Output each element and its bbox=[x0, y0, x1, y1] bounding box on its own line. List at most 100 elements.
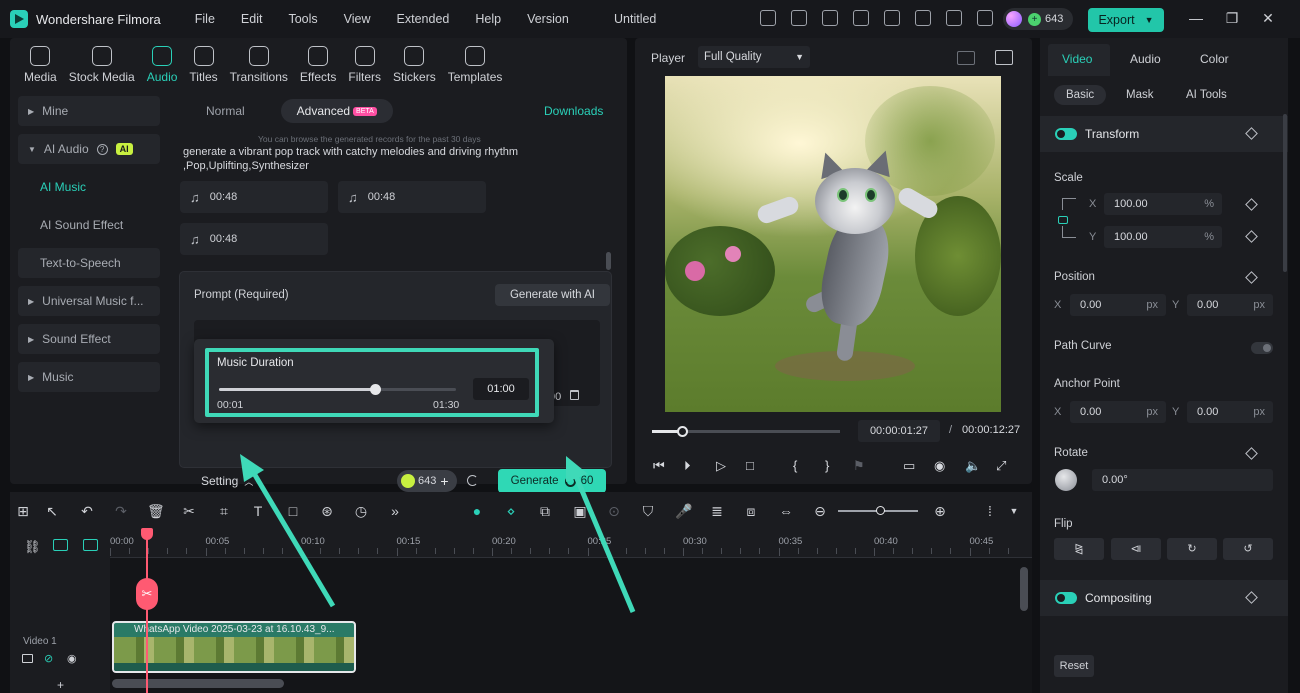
zoom-slider[interactable] bbox=[838, 506, 918, 515]
setting-toggle[interactable]: Setting ︿ bbox=[201, 474, 253, 488]
scissors-icon[interactable]: ✂ bbox=[136, 578, 158, 610]
chevron-down-icon[interactable]: ▼ bbox=[1145, 15, 1154, 25]
generated-track[interactable]: ♫ 00:48 bbox=[180, 181, 328, 213]
position-x-input[interactable]: 0.00 px bbox=[1070, 294, 1166, 316]
credits-pill[interactable]: + 643 bbox=[1003, 8, 1073, 30]
lock-icon[interactable] bbox=[1058, 216, 1068, 224]
tab-stock-media[interactable]: Stock Media bbox=[69, 38, 135, 90]
headset-icon[interactable] bbox=[946, 10, 962, 26]
menu-tools[interactable]: Tools bbox=[288, 12, 317, 26]
prev-frame-icon[interactable]: ⏮ bbox=[653, 457, 665, 475]
grid-view-icon[interactable] bbox=[957, 51, 975, 65]
sidebar-item-sound-effect[interactable]: ▶ Sound Effect bbox=[18, 324, 160, 354]
keyframe-diamond-icon[interactable] bbox=[1245, 198, 1258, 211]
tab-audio[interactable]: Audio bbox=[147, 38, 177, 90]
scrubber-handle[interactable] bbox=[677, 426, 689, 437]
tab-color[interactable]: Color bbox=[1200, 52, 1229, 66]
video-clip[interactable]: WhatsApp Video 2025-03-23 at 16.10.43_9.… bbox=[112, 621, 356, 673]
apps-grid-icon[interactable] bbox=[977, 10, 993, 26]
tab-effects[interactable]: Effects bbox=[300, 38, 336, 90]
tab-normal[interactable]: Normal bbox=[190, 99, 261, 123]
tab-advanced[interactable]: Advanced BETA bbox=[280, 99, 393, 123]
split-scissors-icon[interactable]: ✂ bbox=[181, 503, 197, 519]
audio-mixer-icon[interactable]: ≣ bbox=[709, 503, 725, 519]
mask-shape-icon[interactable]: □ bbox=[285, 503, 301, 519]
video-preview[interactable] bbox=[665, 76, 1001, 412]
ai-copilot-icon[interactable]: ● bbox=[469, 503, 485, 519]
save-icon[interactable] bbox=[884, 10, 900, 26]
track-layout-icon[interactable]: ⁞ bbox=[982, 503, 998, 519]
redo-icon[interactable]: ↷ bbox=[113, 503, 129, 519]
add-icon[interactable]: + bbox=[57, 678, 64, 692]
quality-select[interactable]: Full Quality ▼ bbox=[698, 46, 810, 68]
reset-button[interactable]: Reset bbox=[1054, 655, 1094, 677]
library-scrollbar[interactable] bbox=[606, 252, 611, 270]
snapshot-image-icon[interactable] bbox=[995, 50, 1013, 65]
sidebar-item-mine[interactable]: ▶ Mine bbox=[18, 96, 160, 126]
microphone-icon[interactable]: 🎤 bbox=[675, 503, 692, 519]
zoom-out-icon[interactable]: ⊖ bbox=[812, 503, 828, 519]
camera-icon[interactable]: ◉ bbox=[934, 457, 945, 475]
help-icon[interactable]: ? bbox=[96, 143, 108, 155]
playback-scrubber[interactable] bbox=[652, 426, 840, 437]
trash-icon[interactable] bbox=[570, 390, 579, 400]
fullscreen-icon[interactable]: ⤢ bbox=[996, 457, 1006, 475]
generated-track[interactable]: ♫ 00:48 bbox=[180, 223, 328, 255]
menu-help[interactable]: Help bbox=[475, 12, 501, 26]
track-area[interactable]: WhatsApp Video 2025-03-23 at 16.10.43_9.… bbox=[110, 558, 1032, 693]
scale-x-input[interactable]: 100.00% bbox=[1104, 193, 1222, 215]
compositing-toggle[interactable] bbox=[1055, 592, 1077, 604]
render-preview-icon[interactable]: ▣ bbox=[572, 503, 588, 519]
chevron-down-icon[interactable]: ▼ bbox=[1006, 503, 1022, 519]
tab-mask[interactable]: Mask bbox=[1126, 89, 1153, 101]
menu-version[interactable]: Version bbox=[527, 12, 569, 26]
volume-icon[interactable]: 🔈 bbox=[965, 457, 981, 475]
rotate-right-button[interactable]: ↻ bbox=[1167, 538, 1217, 560]
export-button[interactable]: Export ▼ bbox=[1088, 8, 1164, 32]
anchor-x-input[interactable]: 0.00 px bbox=[1070, 401, 1166, 423]
transform-toggle[interactable] bbox=[1055, 128, 1077, 140]
restore-icon[interactable]: ❐ bbox=[1224, 10, 1240, 26]
menu-view[interactable]: View bbox=[344, 12, 371, 26]
properties-scrollbar[interactable] bbox=[1283, 114, 1287, 272]
generate-with-ai-button[interactable]: Generate with AI bbox=[495, 284, 610, 306]
zoom-in-icon[interactable]: ⊕ bbox=[932, 503, 948, 519]
compositing-section-header[interactable]: Compositing bbox=[1040, 580, 1288, 616]
mark-in-icon[interactable]: { bbox=[793, 457, 797, 475]
playback-disabled-icon[interactable]: ⊙ bbox=[606, 503, 622, 519]
layout-grid-icon[interactable]: ⊞ bbox=[15, 503, 31, 519]
sidebar-item-music[interactable]: ▶ Music bbox=[18, 362, 160, 392]
more-tools-icon[interactable]: » bbox=[387, 503, 403, 519]
rotate-input[interactable]: 0.00° bbox=[1092, 469, 1273, 491]
play-range-icon[interactable]: ⏵ bbox=[684, 457, 691, 475]
undo-icon[interactable]: ↶ bbox=[79, 503, 95, 519]
keyframe-diamond-icon[interactable] bbox=[1245, 271, 1258, 284]
stop-icon[interactable]: □ bbox=[746, 457, 754, 475]
generate-button[interactable]: Generate 60 bbox=[498, 469, 606, 493]
select-tool-icon[interactable]: ↖ bbox=[44, 503, 60, 519]
sidebar-item-text-to-speech[interactable]: Text-to-Speech bbox=[18, 248, 160, 278]
tab-basic[interactable]: Basic bbox=[1054, 85, 1107, 105]
auto-ripple-icon[interactable]: ⧉ bbox=[537, 503, 553, 519]
sidebar-item-ai-sound-effect[interactable]: AI Sound Effect bbox=[18, 210, 160, 240]
sidebar-item-ai-music[interactable]: AI Music bbox=[18, 172, 160, 202]
add-track-icon[interactable] bbox=[53, 539, 68, 551]
gift-icon[interactable] bbox=[760, 10, 776, 26]
menu-edit[interactable]: Edit bbox=[241, 12, 263, 26]
link-icon[interactable]: ⛓ bbox=[24, 539, 41, 554]
refresh-icon[interactable] bbox=[467, 475, 478, 486]
keyframe-diamond-icon[interactable] bbox=[1245, 230, 1258, 243]
playhead-handle[interactable] bbox=[141, 528, 153, 540]
tab-templates[interactable]: Templates bbox=[448, 38, 502, 90]
delete-icon[interactable]: 🗑 bbox=[147, 503, 165, 519]
sidebar-item-universal-music[interactable]: ▶ Universal Music f... bbox=[18, 286, 160, 316]
menu-extended[interactable]: Extended bbox=[397, 12, 450, 26]
project-icon[interactable] bbox=[822, 10, 838, 26]
time-ruler[interactable]: 00:00 00:05 00:10 00:15 00:20 00:25 00:30 00:35… bbox=[110, 530, 1032, 558]
speed-icon[interactable]: ◷ bbox=[353, 503, 369, 519]
zoom-slider-handle[interactable] bbox=[876, 506, 885, 515]
keyframe-diamond-icon[interactable] bbox=[1245, 447, 1258, 460]
mark-out-icon[interactable]: } bbox=[825, 457, 829, 475]
snap-icon[interactable]: ⋄ bbox=[503, 503, 519, 519]
rotate-dial[interactable] bbox=[1055, 469, 1077, 491]
